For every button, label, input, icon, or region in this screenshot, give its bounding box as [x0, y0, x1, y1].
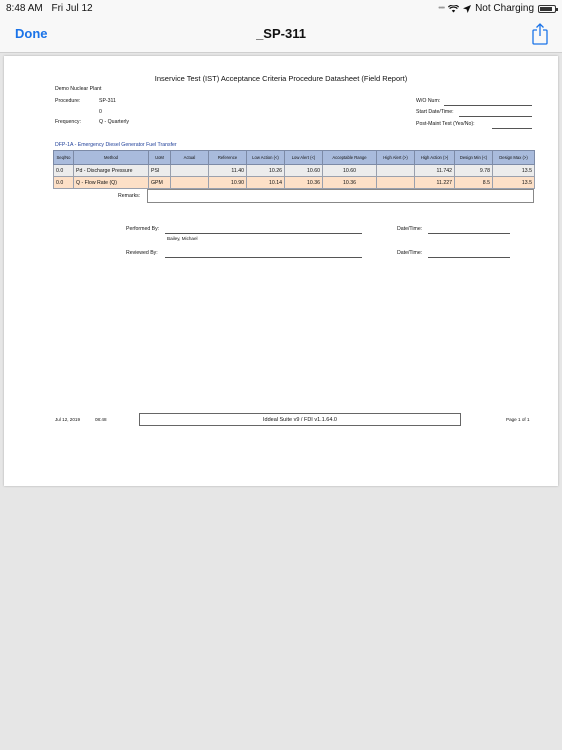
table-cell: 10.36 [322, 176, 377, 189]
table-cell [376, 164, 415, 177]
table-cell: 0.0 [53, 176, 74, 189]
performed-by-name: Bailey, Michael [167, 236, 198, 241]
performed-datetime-line [428, 233, 510, 234]
frequency-label: Frequency: [55, 119, 81, 125]
column-header: Actual [170, 150, 209, 165]
procedure-label: Procedure: [55, 98, 81, 104]
table-cell: 0.0 [53, 164, 74, 177]
table-cell [376, 176, 415, 189]
table-cell: 11.227 [414, 176, 455, 189]
location-arrow-icon [463, 4, 472, 13]
document-page: Inservice Test (IST) Acceptance Criteria… [4, 56, 558, 486]
plant-name: Demo Nuclear Plant [55, 86, 102, 92]
wo-num-label: W/O Num: [416, 98, 441, 104]
table-cell: 8.5 [454, 176, 493, 189]
post-maint-line [492, 128, 532, 129]
footer-software-version: Iddeal Suite v9 / FDI v1.1.64.0 [139, 413, 461, 426]
procedure-value: SP-311 [99, 98, 116, 104]
table-cell: 10.36 [284, 176, 323, 189]
reviewed-datetime-label: Date/Time: [397, 250, 423, 256]
table-row: 0.0 Q - Flow Rate (Q) GPM 10.90 10.14 10.36 10… [53, 176, 535, 189]
remarks-label: Remarks: [118, 193, 141, 199]
table-cell: 10.14 [246, 176, 285, 189]
column-header: Low Action (<) [246, 150, 285, 165]
table-cell: Pd - Discharge Pressure [73, 164, 149, 177]
reviewed-datetime-line [428, 257, 510, 258]
charging-status: Not Charging [475, 3, 534, 14]
table-cell: 10.90 [208, 176, 247, 189]
table-cell: 13.5 [492, 176, 535, 189]
table-cell: Q - Flow Rate (Q) [73, 176, 149, 189]
footer-time: 08:48 [95, 417, 107, 422]
document-title: Inservice Test (IST) Acceptance Criteria… [154, 74, 408, 83]
performed-datetime-label: Date/Time: [397, 226, 423, 232]
table-cell: 10.60 [284, 164, 323, 177]
column-header: Design Min (<) [454, 150, 493, 165]
section-title: DFP-1A - Emergency Diesel Generator Fuel… [55, 142, 177, 148]
status-date: Fri Jul 12 [51, 3, 93, 14]
column-header: UoM [148, 150, 171, 165]
acceptance-criteria-table: Seq/No Method UoM Actual Reference Low Action… [53, 150, 535, 189]
column-header: Reference [208, 150, 247, 165]
nav-title: _SP-311 [256, 26, 306, 41]
navigation-bar: Done _SP-311 [0, 18, 562, 53]
column-header: High Alert (>) [376, 150, 415, 165]
table-header-row: Seq/No Method UoM Actual Reference Low Action… [53, 150, 535, 165]
table-cell: 9.78 [454, 164, 493, 177]
remarks-box[interactable] [147, 189, 534, 203]
battery-icon [538, 4, 558, 13]
procedure-revision: 0 [99, 109, 102, 115]
column-header: High Action (>) [414, 150, 455, 165]
table-cell: 10.26 [246, 164, 285, 177]
column-header: Method [73, 150, 149, 165]
wifi-icon [448, 4, 460, 12]
start-datetime-line [459, 116, 532, 117]
more-dots-icon: •••• [438, 5, 445, 12]
reviewed-by-line [165, 257, 362, 258]
column-header: Low Alert (<) [284, 150, 323, 165]
table-cell: 11.40 [208, 164, 247, 177]
performed-by-label: Performed By: [126, 226, 160, 232]
actual-value-cell[interactable] [170, 176, 209, 189]
column-header: Acceptable Range [322, 150, 377, 165]
start-datetime-label: Start Date/Time: [416, 109, 454, 115]
table-cell: GPM [148, 176, 171, 189]
table-cell: 11.742 [414, 164, 455, 177]
column-header: Design Max (>) [492, 150, 535, 165]
share-icon[interactable] [532, 23, 548, 45]
performed-by-line [165, 233, 362, 234]
table-cell: 10.60 [322, 164, 377, 177]
table-cell: 13.5 [492, 164, 535, 177]
actual-value-cell[interactable] [170, 164, 209, 177]
table-cell: PSI [148, 164, 171, 177]
footer-page-number: Page 1 of 1 [506, 417, 530, 422]
table-row: 0.0 Pd - Discharge Pressure PSI 11.40 10.26 1… [53, 164, 535, 177]
reviewed-by-label: Reviewed By: [126, 250, 158, 256]
wo-num-line [444, 105, 532, 106]
status-time: 8:48 AM [6, 3, 43, 14]
frequency-value: Q - Quarterly [99, 119, 129, 125]
footer-date: Jul 12, 2019 [55, 417, 81, 422]
status-bar: 8:48 AM Fri Jul 12 •••• Not Charging [0, 0, 562, 18]
column-header: Seq/No [53, 150, 74, 165]
post-maint-label: Post-Maint Test (Yes/No): [416, 121, 475, 127]
